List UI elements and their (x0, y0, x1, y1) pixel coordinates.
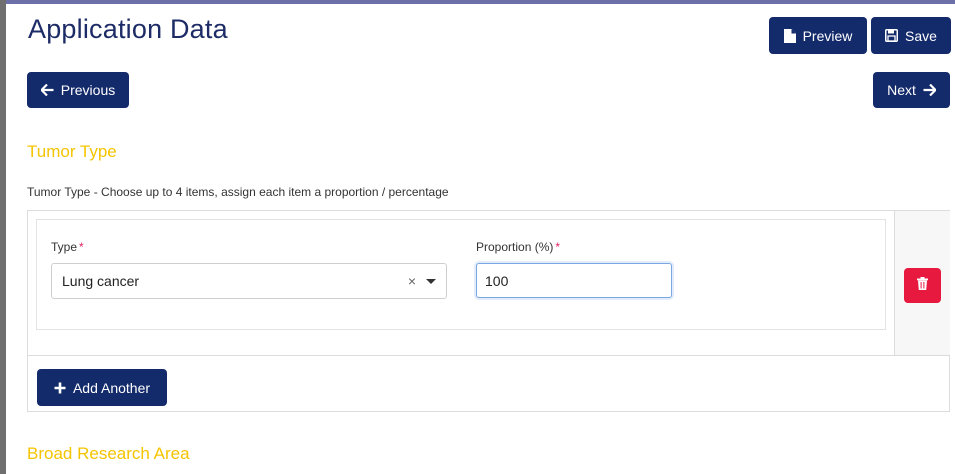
proportion-label: Proportion (%) * (476, 240, 560, 254)
preview-label: Preview (802, 27, 853, 44)
tumor-type-card: Type * Proportion (%) * Lung cancer × 10… (27, 210, 950, 412)
floppy-disk-icon (885, 29, 899, 42)
next-button[interactable]: Next (873, 72, 950, 108)
type-label: Type * (51, 240, 84, 254)
required-marker: * (555, 240, 561, 254)
clear-selection-icon[interactable]: × (408, 273, 416, 289)
plus-icon (54, 382, 66, 394)
type-select[interactable]: Lung cancer × (51, 263, 447, 299)
tumor-entry-area: Type * Proportion (%) * Lung cancer × (28, 211, 895, 356)
delete-row-button[interactable] (904, 268, 941, 303)
tumor-type-hint: Tumor Type - Choose up to 4 items, assig… (27, 185, 449, 199)
add-another-label: Add Another (72, 379, 151, 396)
tumor-type-heading: Tumor Type (27, 142, 117, 161)
next-label: Next (887, 82, 916, 98)
save-button[interactable]: Save (871, 17, 951, 54)
proportion-input[interactable] (476, 263, 672, 298)
arrow-left-icon (40, 84, 54, 96)
previous-label: Previous (60, 82, 116, 98)
page-title: Application Data (28, 14, 228, 44)
caret-down-icon[interactable] (426, 279, 436, 284)
type-label-text: Type (51, 240, 78, 254)
trash-icon (917, 276, 928, 295)
required-marker: * (79, 240, 84, 254)
page: Application Data Preview Save Previous N… (6, 4, 955, 474)
preview-button[interactable]: Preview (769, 17, 867, 54)
add-another-button[interactable]: Add Another (37, 369, 167, 406)
save-label: Save (905, 27, 937, 44)
arrow-right-icon (923, 84, 936, 96)
proportion-label-text: Proportion (%) (476, 240, 554, 254)
type-select-value: Lung cancer (62, 273, 140, 289)
file-icon (783, 28, 796, 43)
broad-research-area-heading: Broad Research Area (27, 444, 190, 463)
tumor-entry-row: Type * Proportion (%) * Lung cancer × (36, 219, 886, 330)
row-actions (895, 211, 950, 356)
previous-button[interactable]: Previous (27, 72, 129, 108)
